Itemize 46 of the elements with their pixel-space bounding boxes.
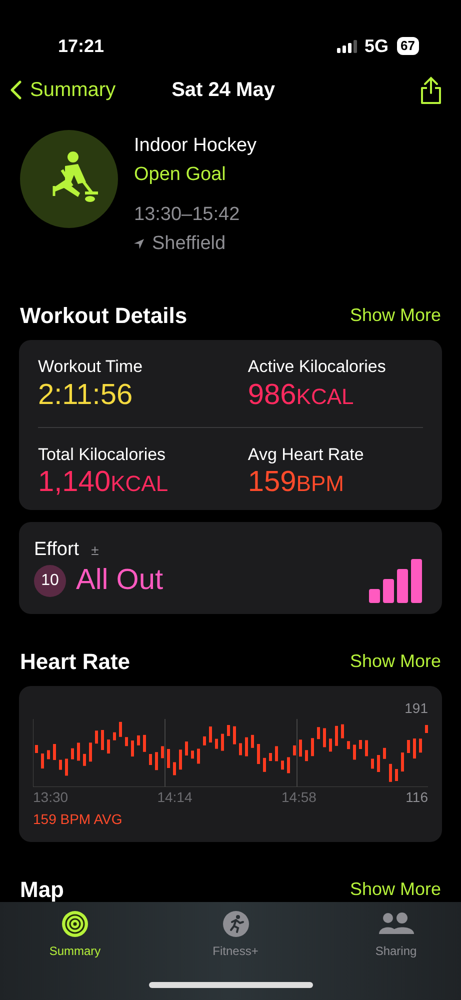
metric-value: 159 bbox=[248, 467, 296, 499]
running-figure-icon bbox=[222, 910, 250, 938]
hockey-player-icon bbox=[20, 130, 118, 228]
back-button[interactable]: Summary bbox=[10, 75, 116, 105]
tab[interactable]: Fitness+ bbox=[180, 910, 290, 960]
signal-icon bbox=[336, 40, 357, 52]
effort-score: 10 bbox=[34, 564, 66, 596]
location-arrow-icon bbox=[134, 238, 144, 249]
show-more-link[interactable]: Show More bbox=[350, 876, 441, 902]
location-label: Sheffield bbox=[152, 232, 226, 256]
workout-type: Indoor Hockey bbox=[134, 134, 257, 158]
metric-label: Total Kilocalories bbox=[38, 444, 167, 466]
axis-min-label: 116 bbox=[406, 788, 428, 807]
tab[interactable]: Summary bbox=[20, 910, 130, 960]
metric-unit: BPM bbox=[296, 470, 344, 498]
battery-icon: 67 bbox=[396, 37, 419, 55]
share-icon[interactable] bbox=[419, 76, 443, 104]
show-more-link[interactable]: Show More bbox=[350, 648, 441, 674]
axis-max-label: 191 bbox=[404, 699, 428, 718]
metric-unit: KCAL bbox=[110, 470, 168, 498]
chevron-left-icon bbox=[10, 80, 22, 100]
section-title: Heart Rate bbox=[20, 648, 130, 676]
clock: 17:21 bbox=[58, 34, 104, 58]
effort-label: Effort bbox=[34, 538, 80, 562]
metric-unit: KCAL bbox=[296, 382, 354, 410]
show-more-link[interactable]: Show More bbox=[350, 302, 441, 328]
effort-rating: All Out bbox=[76, 562, 164, 598]
activity-rings-icon bbox=[61, 910, 89, 938]
time-range: 13:30–15:42 bbox=[134, 203, 241, 227]
metric-label: Active Kilocalories bbox=[248, 356, 387, 378]
nav-title: Sat 24 May bbox=[172, 78, 275, 103]
metric-label: Workout Time bbox=[38, 356, 144, 378]
metric-value: 1,140 bbox=[38, 467, 111, 499]
average-label: 159 BPM AVG bbox=[33, 811, 122, 827]
adjust-symbol[interactable]: ± bbox=[91, 540, 99, 561]
time-axis-label: 14:58 bbox=[281, 788, 318, 807]
section-title: Workout Details bbox=[20, 302, 188, 330]
network-label: 5G bbox=[364, 34, 389, 58]
tab[interactable]: Sharing bbox=[341, 910, 451, 960]
metric-value: 2:11:56 bbox=[38, 380, 133, 412]
time-axis-label: 13:30 bbox=[33, 788, 70, 807]
metric-label: Avg Heart Rate bbox=[248, 444, 365, 466]
metric-value: 986 bbox=[248, 380, 296, 412]
workout-goal: Open Goal bbox=[134, 162, 227, 186]
section-title: Map bbox=[20, 876, 64, 904]
time-axis-label: 14:14 bbox=[157, 788, 194, 807]
